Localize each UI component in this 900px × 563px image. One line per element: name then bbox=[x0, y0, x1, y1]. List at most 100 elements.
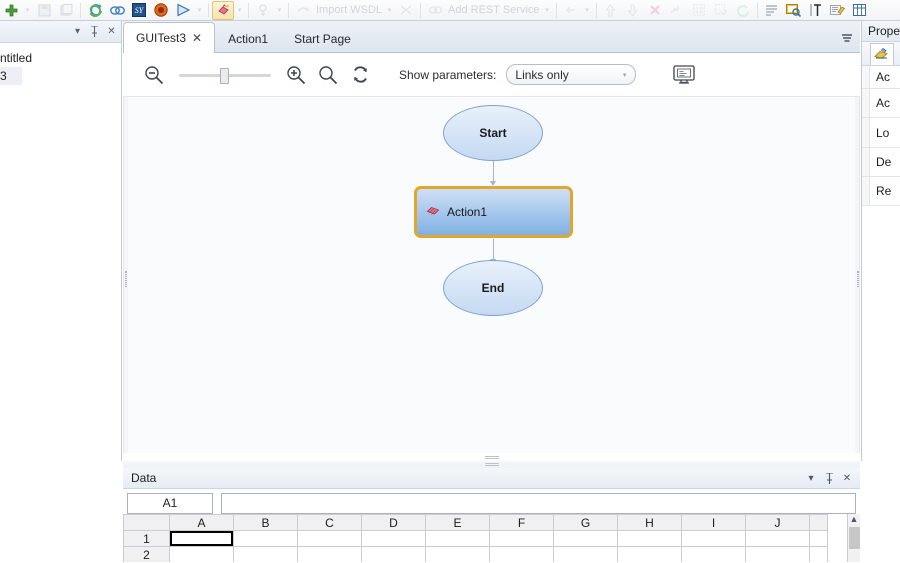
screen-view-icon[interactable] bbox=[670, 62, 698, 88]
tree-item[interactable]: ntitled bbox=[0, 49, 121, 67]
cell-e2[interactable] bbox=[425, 546, 490, 562]
refresh-icon[interactable] bbox=[84, 1, 106, 20]
scrollbar-thumb[interactable] bbox=[848, 527, 860, 549]
cell-a1[interactable] bbox=[169, 530, 234, 547]
pin-icon[interactable] bbox=[822, 471, 836, 485]
checkpoint-icon[interactable] bbox=[827, 1, 849, 20]
object-spy-icon[interactable] bbox=[212, 0, 234, 20]
property-row[interactable]: Lo bbox=[862, 118, 900, 148]
cell-g1[interactable] bbox=[553, 530, 618, 547]
run-icon[interactable] bbox=[172, 1, 194, 20]
property-row[interactable]: Ac bbox=[862, 66, 900, 89]
cell-f1[interactable] bbox=[489, 530, 554, 547]
cell-d2[interactable] bbox=[361, 546, 426, 562]
tab-label: Action1 bbox=[228, 32, 269, 46]
scroll-up-icon[interactable]: ▲ bbox=[850, 514, 859, 525]
editor-tabbar: GUITest3 ✕ Action1 Start Page bbox=[123, 21, 860, 53]
cell-h1[interactable] bbox=[617, 530, 682, 547]
tab-guitest3[interactable]: GUITest3 ✕ bbox=[123, 22, 216, 53]
record-icon[interactable] bbox=[150, 1, 172, 20]
column-header-h[interactable]: H bbox=[617, 514, 682, 531]
add-dropdown-arrow[interactable]: ▾ bbox=[22, 1, 33, 20]
formula-bar-input[interactable] bbox=[221, 492, 856, 514]
data-sheet[interactable]: A B C D E F G H I J 1 2 ▲ bbox=[123, 514, 860, 562]
sy-report-icon[interactable]: SY bbox=[128, 1, 150, 20]
column-header-e[interactable]: E bbox=[425, 514, 490, 531]
link-icon[interactable] bbox=[106, 1, 128, 20]
column-header-b[interactable]: B bbox=[233, 514, 298, 531]
solution-tree[interactable]: ntitled 3 bbox=[0, 43, 121, 85]
column-header-j[interactable]: J bbox=[745, 514, 810, 531]
cell-c2[interactable] bbox=[297, 546, 362, 562]
flow-node-start[interactable]: Start bbox=[443, 105, 543, 161]
column-header-f[interactable]: F bbox=[489, 514, 554, 531]
property-row[interactable]: Ac bbox=[862, 89, 900, 118]
zoom-actual-icon[interactable] bbox=[313, 60, 343, 90]
flow-node-end[interactable]: End bbox=[443, 260, 543, 316]
close-icon[interactable]: ✕ bbox=[106, 26, 117, 38]
cell-i1[interactable] bbox=[681, 530, 746, 547]
data-panel-splitter[interactable] bbox=[123, 461, 860, 468]
data-grid[interactable]: A B C D E F G H I J 1 2 bbox=[123, 514, 828, 562]
column-header-partial[interactable] bbox=[809, 514, 828, 531]
zoom-slider[interactable] bbox=[179, 65, 271, 85]
cell-partial-1[interactable] bbox=[809, 530, 828, 547]
tree-item[interactable]: 3 bbox=[0, 67, 22, 85]
properties-icon[interactable] bbox=[870, 42, 894, 65]
refresh-icon[interactable] bbox=[345, 60, 375, 90]
editor-bottom-splitter[interactable] bbox=[123, 453, 860, 461]
properties-grid[interactable]: Ac Ac Lo De Re bbox=[862, 66, 900, 206]
name-box[interactable]: A1 bbox=[127, 492, 213, 514]
run-dropdown-arrow[interactable]: ▾ bbox=[194, 1, 205, 20]
cell-partial-2[interactable] bbox=[809, 546, 828, 562]
pin-icon[interactable] bbox=[89, 26, 100, 38]
cell-a2[interactable] bbox=[169, 546, 234, 562]
column-header-d[interactable]: D bbox=[361, 514, 426, 531]
cell-j2[interactable] bbox=[745, 546, 810, 562]
flowchart-canvas[interactable]: Start Action1 End bbox=[123, 97, 860, 461]
search-object-icon[interactable] bbox=[783, 1, 805, 20]
column-header-a[interactable]: A bbox=[169, 514, 234, 531]
cell-c1[interactable] bbox=[297, 530, 362, 547]
tab-list-dropdown-icon[interactable] bbox=[840, 32, 854, 46]
text-tool-icon[interactable] bbox=[805, 1, 827, 20]
menu-dropdown-icon[interactable]: ▾ bbox=[72, 26, 83, 38]
add-icon[interactable] bbox=[0, 1, 22, 20]
cell-e1[interactable] bbox=[425, 530, 490, 547]
back-dropdown-arrow: ▾ bbox=[585, 7, 589, 14]
cell-g2[interactable] bbox=[553, 546, 618, 562]
zoom-out-icon[interactable] bbox=[139, 60, 169, 90]
data-grid-vertical-scrollbar[interactable]: ▲ bbox=[847, 514, 860, 562]
list-icon[interactable] bbox=[761, 1, 783, 20]
table-row: 1 bbox=[123, 530, 828, 547]
tab-close-icon[interactable]: ✕ bbox=[192, 32, 202, 44]
menu-dropdown-icon[interactable]: ▾ bbox=[804, 471, 818, 485]
row-header-2[interactable]: 2 bbox=[123, 546, 170, 562]
tab-start-page[interactable]: Start Page bbox=[281, 25, 364, 52]
cell-d1[interactable] bbox=[361, 530, 426, 547]
object-spy-dropdown-arrow[interactable]: ▾ bbox=[234, 1, 245, 20]
zoom-slider-thumb[interactable] bbox=[220, 67, 229, 84]
column-header-i[interactable]: I bbox=[681, 514, 746, 531]
cell-f2[interactable] bbox=[489, 546, 554, 562]
cell-b1[interactable] bbox=[233, 530, 298, 547]
zoom-in-icon[interactable] bbox=[281, 60, 311, 90]
show-parameters-select[interactable]: Links only ▾ bbox=[506, 64, 637, 85]
cell-h2[interactable] bbox=[617, 546, 682, 562]
flow-node-action1[interactable]: Action1 bbox=[414, 186, 573, 238]
canvas-right-splitter[interactable] bbox=[855, 97, 859, 461]
property-row[interactable]: Re bbox=[862, 177, 900, 206]
cell-j1[interactable] bbox=[745, 530, 810, 547]
column-header-g[interactable]: G bbox=[553, 514, 618, 531]
property-row[interactable]: De bbox=[862, 148, 900, 177]
row-header-1[interactable]: 1 bbox=[123, 530, 170, 547]
cell-i2[interactable] bbox=[681, 546, 746, 562]
column-header-c[interactable]: C bbox=[297, 514, 362, 531]
cell-b2[interactable] bbox=[233, 546, 298, 562]
close-icon[interactable]: ✕ bbox=[840, 471, 854, 485]
canvas-left-splitter[interactable] bbox=[124, 97, 128, 461]
table-icon[interactable] bbox=[849, 1, 871, 20]
tab-action1[interactable]: Action1 bbox=[215, 25, 281, 52]
grid-corner[interactable] bbox=[123, 514, 170, 531]
toolbar-separator bbox=[756, 2, 758, 18]
